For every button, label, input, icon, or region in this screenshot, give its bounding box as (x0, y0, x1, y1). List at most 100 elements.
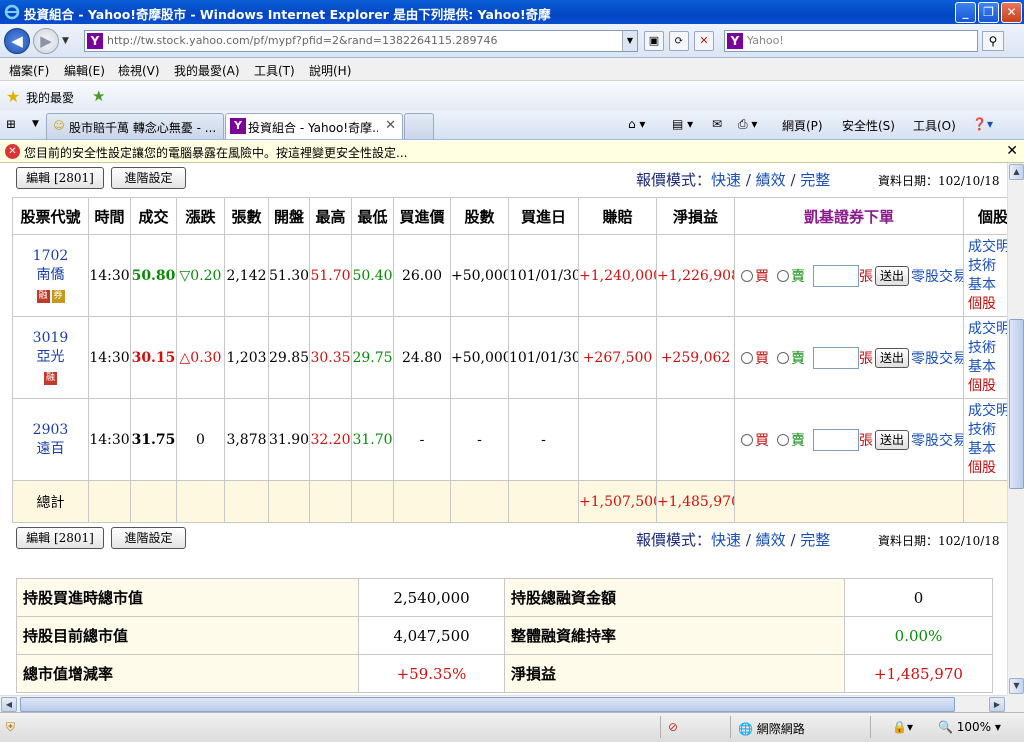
add-favorite-icon[interactable]: ★ (92, 87, 105, 105)
mode-full-link[interactable]: 完整 (800, 171, 830, 189)
fundamental-link[interactable]: 基本 (968, 440, 1007, 459)
security-infobar[interactable]: ✕ 您目前的安全性設定讓您的電腦暴露在風險中。按這裡變更安全性設定... ✕ (0, 141, 1024, 163)
edit-portfolio-button[interactable]: 編輯 [2801] (16, 167, 104, 189)
mode-performance-link[interactable]: 績效 (756, 171, 786, 189)
menu-tools[interactable]: 工具(T) (254, 62, 295, 79)
menu-help[interactable]: 說明(H) (309, 62, 351, 79)
sell-radio[interactable] (777, 269, 789, 282)
buy-radio[interactable] (741, 351, 753, 364)
address-bar[interactable]: Y http://tw.stock.yahoo.com/pf/mypf?pfid… (84, 30, 638, 52)
fundamental-link[interactable]: 基本 (968, 276, 1007, 295)
horizontal-scrollbar[interactable]: ◀ ▶ (0, 695, 1007, 712)
quantity-input[interactable] (813, 264, 859, 287)
advanced-settings-button-bottom[interactable]: 進階設定 (111, 527, 186, 549)
edit-portfolio-button-bottom[interactable]: 編輯 [2801] (16, 527, 104, 549)
recent-pages-dropdown[interactable]: ▼ (62, 36, 69, 46)
safety-menu[interactable]: 安全性(S) (842, 117, 895, 134)
mail-icon[interactable]: ✉ (712, 117, 722, 131)
tab-list-dropdown[interactable]: ▼ (32, 119, 39, 129)
mode-fast-link[interactable]: 快速 (711, 171, 741, 189)
forward-button[interactable]: ▶ (33, 28, 59, 54)
menu-edit[interactable]: 編輯(E) (64, 62, 105, 79)
technical-link[interactable]: 技術 (968, 339, 1007, 358)
search-go-icon[interactable]: ⚲ (982, 31, 1004, 51)
protected-mode-icon[interactable]: 🔒▾ (892, 720, 913, 734)
odd-lot-link[interactable]: 零股交易 (911, 351, 962, 367)
scroll-right-icon[interactable]: ▶ (989, 697, 1005, 712)
quantity-input[interactable] (813, 428, 859, 451)
scroll-left-icon[interactable]: ◀ (1, 697, 17, 712)
fundamental-link[interactable]: 基本 (968, 358, 1007, 377)
stock-code-link[interactable]: 3019 (14, 329, 88, 348)
vertical-scrollbar[interactable]: ▲ ▼ (1007, 163, 1024, 695)
menu-file[interactable]: 檔案(F) (9, 62, 49, 79)
scroll-down-icon[interactable]: ▼ (1009, 678, 1024, 694)
col-header-order[interactable]: 凱基證券下單 (734, 197, 964, 235)
refresh-icon[interactable]: ⟳ (669, 31, 689, 51)
menu-view[interactable]: 檢視(V) (118, 62, 160, 79)
trade-detail-link[interactable]: 成交明 (968, 238, 1007, 257)
menu-favorites[interactable]: 我的最愛(A) (174, 62, 240, 79)
maximize-button[interactable]: ❐ (978, 2, 999, 23)
sell-radio[interactable] (777, 433, 789, 446)
favorites-star-icon[interactable]: ★ (6, 87, 20, 106)
zoom-level[interactable]: 🔍 100% ▾ (938, 720, 1001, 734)
mode-performance-link[interactable]: 績效 (756, 531, 786, 549)
technical-link[interactable]: 技術 (968, 257, 1007, 276)
home-icon[interactable]: ⌂ ▾ (628, 117, 645, 131)
stock-name-link[interactable]: 亞光 (14, 348, 88, 367)
trade-detail-link[interactable]: 成交明 (968, 320, 1007, 339)
odd-lot-link[interactable]: 零股交易 (911, 269, 962, 285)
internet-zone[interactable]: 🌐 網際網路 (738, 720, 805, 737)
address-dropdown[interactable]: ▼ (622, 31, 637, 51)
back-button[interactable]: ◀ (4, 28, 30, 54)
scroll-up-icon[interactable]: ▲ (1009, 164, 1024, 180)
print-icon[interactable]: ⎙ ▾ (738, 117, 757, 132)
compatibility-view-icon[interactable]: ▣ (644, 31, 664, 51)
send-order-button[interactable]: 送出 (875, 265, 910, 286)
trade-detail-link[interactable]: 成交明 (968, 402, 1007, 421)
infobar-text[interactable]: 您目前的安全性設定讓您的電腦暴露在風險中。按這裡變更安全性設定... (24, 144, 407, 161)
mode-full-link[interactable]: 完整 (800, 531, 830, 549)
tab-stock-loss[interactable]: ☺ 股市賠千萬 轉念心無憂 - ... (46, 113, 224, 139)
status-divider (870, 716, 871, 738)
stop-icon[interactable]: ✕ (694, 31, 714, 51)
send-order-button[interactable]: 送出 (875, 429, 910, 450)
close-window-button[interactable]: ✕ (1001, 2, 1022, 23)
page-menu[interactable]: 網頁(P) (782, 117, 823, 134)
technical-link[interactable]: 技術 (968, 421, 1007, 440)
search-placeholder[interactable]: Yahoo! (747, 34, 784, 47)
advanced-settings-button[interactable]: 進階設定 (111, 167, 186, 189)
security-shield-icon[interactable]: ⛨ (6, 720, 15, 735)
vertical-scroll-thumb[interactable] (1009, 319, 1024, 489)
favorites-button[interactable]: 我的最愛 (26, 89, 74, 106)
buy-radio[interactable] (741, 269, 753, 282)
tab-portfolio[interactable]: Y 投資組合 - Yahoo!奇摩... ✕ (225, 113, 403, 139)
odd-lot-link[interactable]: 零股交易 (911, 433, 962, 449)
buy-label: 買 (755, 432, 769, 449)
stock-name-link[interactable]: 遠百 (14, 440, 88, 459)
mode-fast-link[interactable]: 快速 (711, 531, 741, 549)
buy-radio[interactable] (741, 433, 753, 446)
stock-code-link[interactable]: 2903 (14, 421, 88, 440)
horizontal-scroll-thumb[interactable] (20, 697, 955, 712)
infobar-close-icon[interactable]: ✕ (1006, 143, 1018, 159)
tools-menu[interactable]: 工具(O) (913, 117, 956, 134)
stock-info-link[interactable]: 個股 (968, 377, 1007, 396)
privacy-icon[interactable]: ⊘ (668, 720, 678, 734)
help-icon[interactable]: ❓▾ (972, 117, 993, 131)
stock-code-link[interactable]: 1702 (14, 247, 88, 266)
new-tab-button[interactable] (404, 113, 434, 139)
sell-radio[interactable] (777, 351, 789, 364)
quantity-input[interactable] (813, 346, 859, 369)
tab-close-icon[interactable]: ✕ (385, 118, 396, 133)
quick-tabs-icon[interactable]: ⊞ (6, 117, 28, 135)
minimize-button[interactable]: _ (955, 2, 976, 23)
address-url[interactable]: http://tw.stock.yahoo.com/pf/mypf?pfid=2… (107, 34, 497, 47)
feeds-icon[interactable]: ▤ ▾ (672, 117, 693, 131)
search-box[interactable]: Y Yahoo! (724, 30, 978, 52)
send-order-button[interactable]: 送出 (875, 347, 910, 368)
stock-info-link[interactable]: 個股 (968, 459, 1007, 478)
stock-name-link[interactable]: 南僑 (14, 266, 88, 285)
stock-info-link[interactable]: 個股 (968, 295, 1007, 314)
